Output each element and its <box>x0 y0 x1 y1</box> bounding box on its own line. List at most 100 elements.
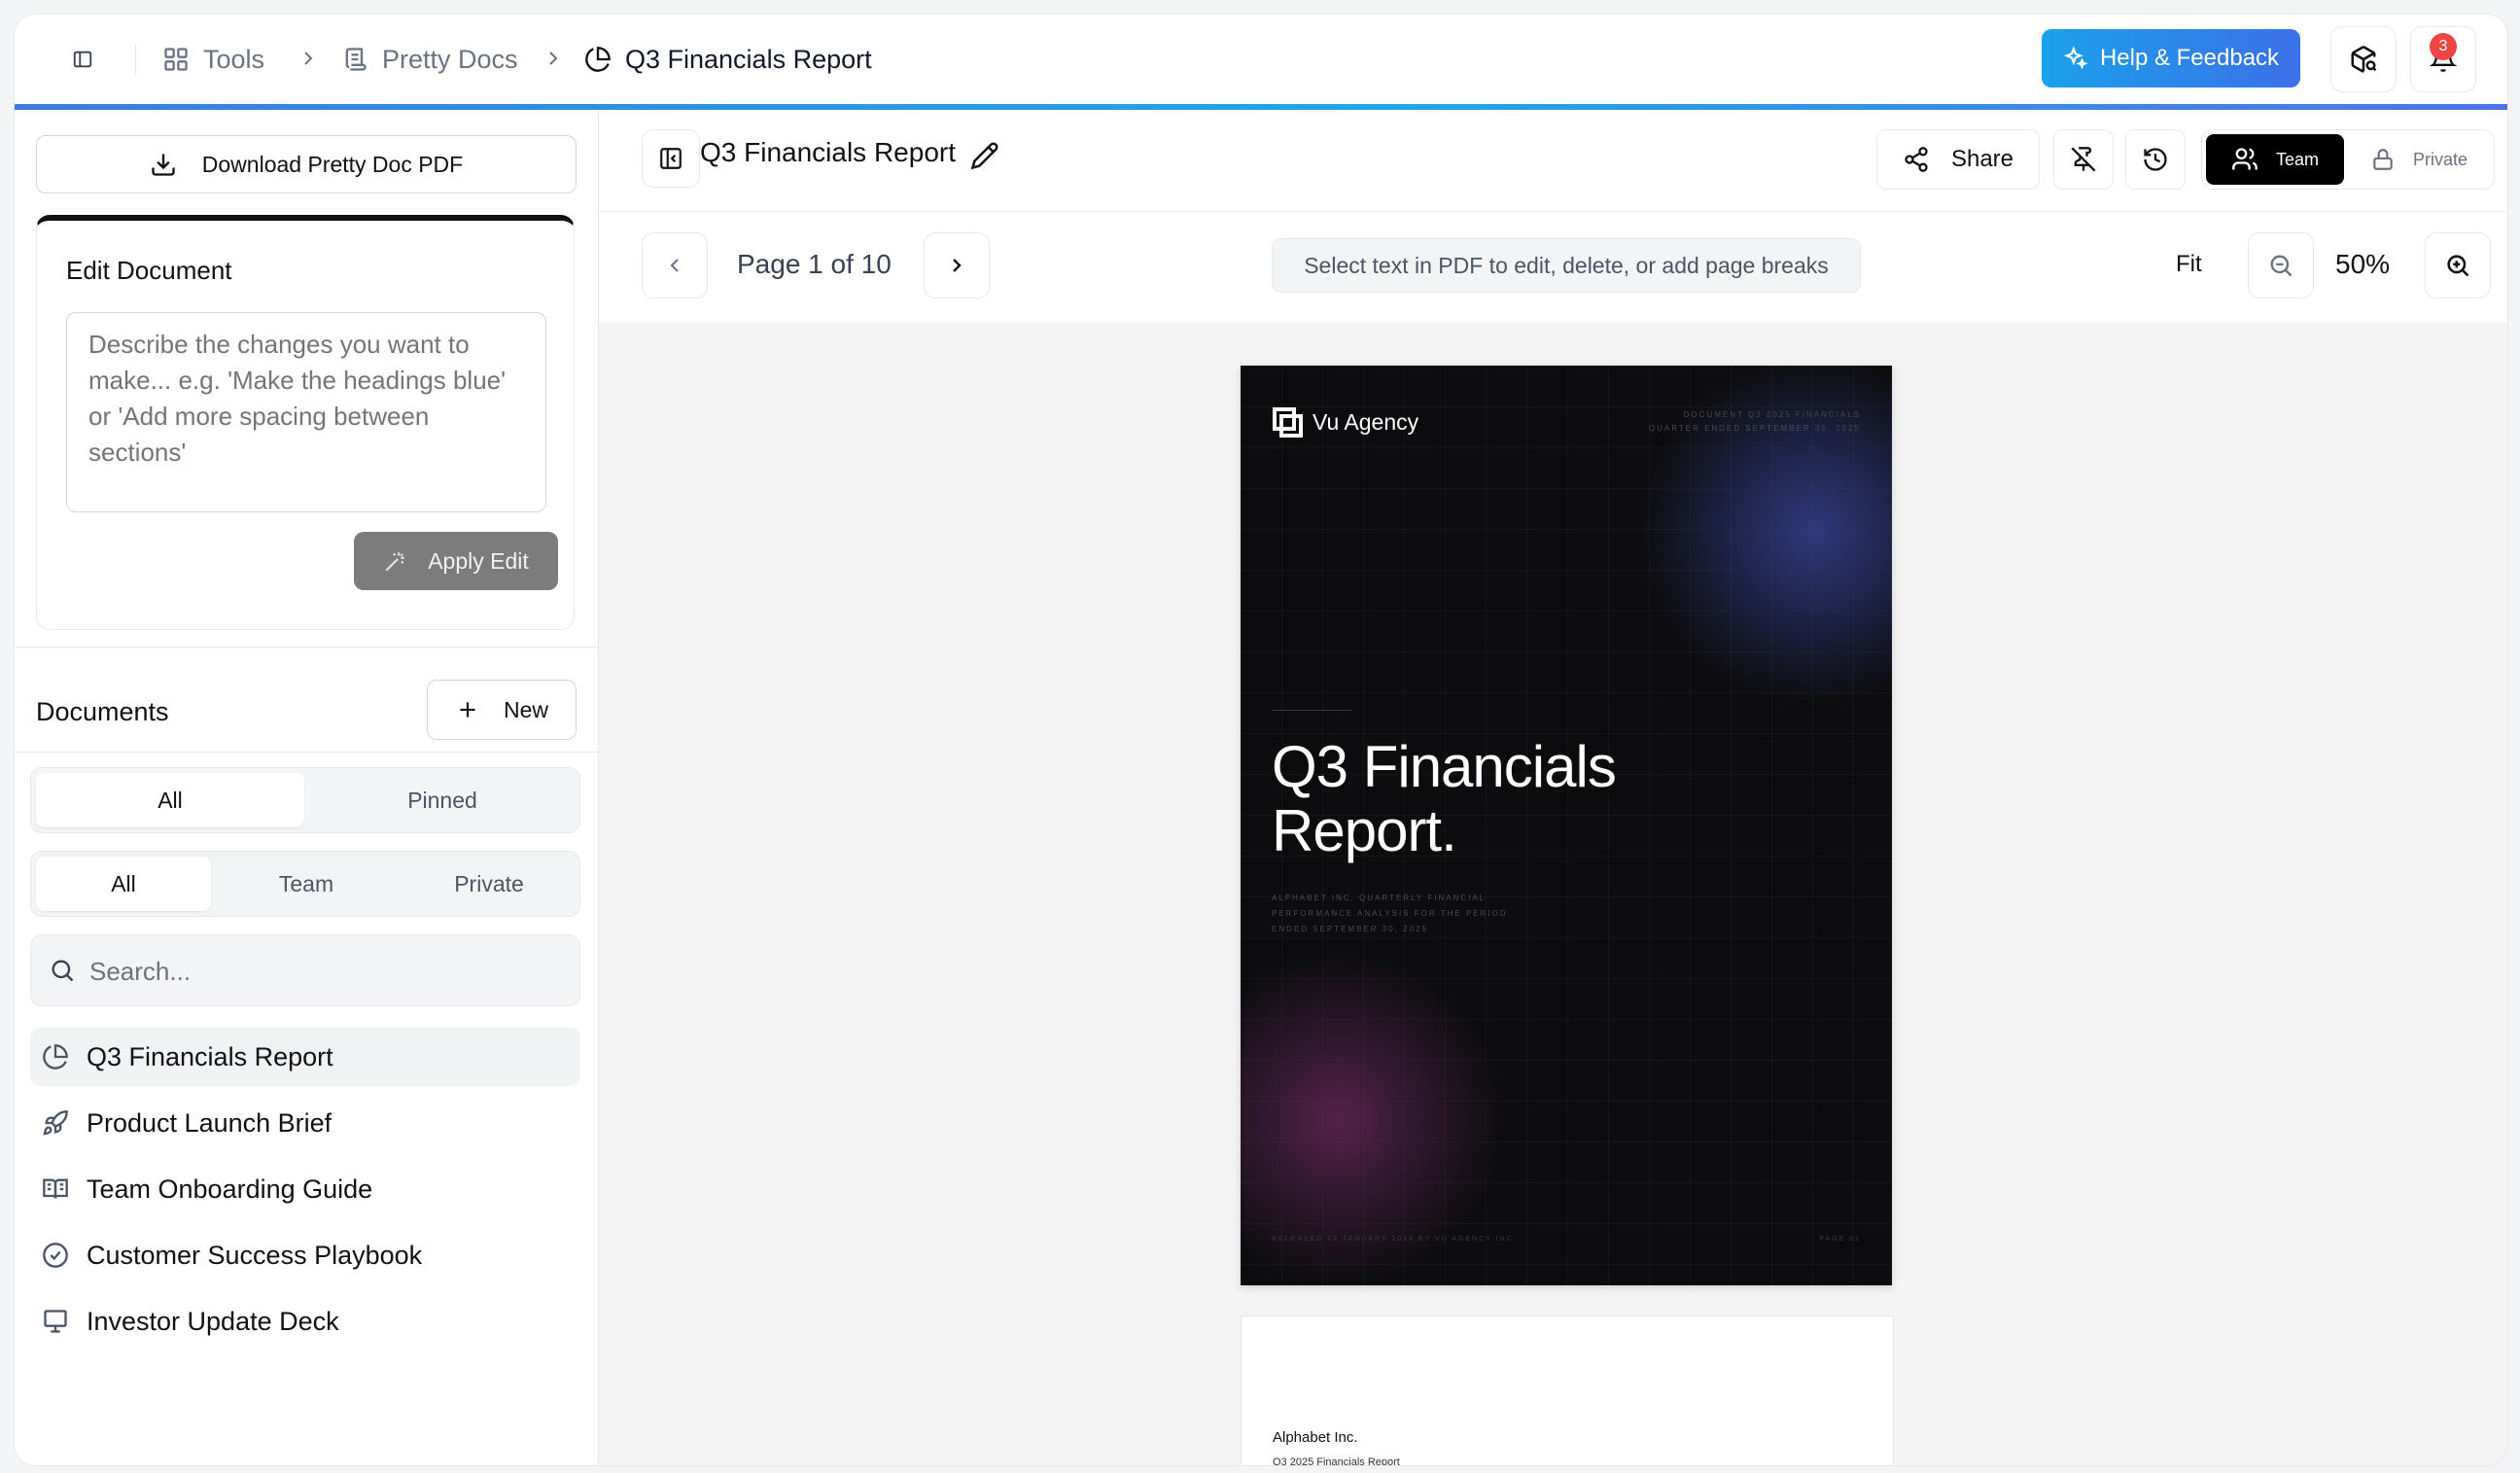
presentation-icon <box>42 1308 69 1335</box>
breadcrumb-current-document: Q3 Financials Report <box>584 15 872 104</box>
pin-off-icon <box>2071 147 2096 172</box>
cover-footer-left: RELEASED 29 JANUARY 2026 BY VU AGENCY IN… <box>1272 1236 1518 1243</box>
cover-title-line: Q3 Financials <box>1272 734 1617 799</box>
share-button[interactable]: Share <box>1876 129 2040 190</box>
search-icon <box>49 957 76 984</box>
pinned-filter-tabs: All Pinned <box>30 767 580 833</box>
extensions-button[interactable] <box>2330 26 2397 92</box>
filter-tab-pinned[interactable]: Pinned <box>308 773 577 827</box>
document-search <box>30 934 580 1006</box>
document-item-label: Customer Success Playbook <box>87 1240 423 1270</box>
scope-filter-tabs: All Team Private <box>30 851 580 917</box>
new-document-label: New <box>503 696 548 722</box>
edit-document-title: Edit Document <box>66 256 232 285</box>
sidebar-toggle-button[interactable] <box>63 40 102 79</box>
next-page-button[interactable] <box>924 232 990 298</box>
left-sidebar: Download Pretty Doc PDF Edit Document Ap… <box>15 110 599 1465</box>
document-editor: Q3 Financials Report Share Team Private … <box>599 110 2507 1465</box>
cover-footer-right: PAGE 01 <box>1819 1236 1861 1243</box>
document-item-team-onboarding[interactable]: Team Onboarding Guide <box>30 1160 580 1218</box>
edit-hint: Select text in PDF to edit, delete, or a… <box>1272 238 1861 293</box>
divider <box>15 752 598 753</box>
pdf-toolbar: Page 1 of 10 Select text in PDF to edit,… <box>599 211 2507 323</box>
apply-edit-button[interactable]: Apply Edit <box>354 532 558 590</box>
zoom-out-button[interactable] <box>2248 232 2314 298</box>
pdf-page-cover[interactable]: Vu Agency DOCUMENT Q3 2025 FINANCIALS QU… <box>1241 366 1892 1285</box>
document-item-investor-update[interactable]: Investor Update Deck <box>30 1292 580 1350</box>
divider <box>135 44 136 75</box>
visibility-toggle: Team Private <box>2201 129 2495 190</box>
breadcrumb-tools[interactable]: Tools <box>162 15 264 104</box>
visibility-private-option[interactable]: Private <box>2348 134 2490 185</box>
divider <box>1272 710 1351 711</box>
help-feedback-label: Help & Feedback <box>2099 45 2280 71</box>
panel-left-close-icon <box>660 148 682 169</box>
pdf-viewer[interactable]: Vu Agency DOCUMENT Q3 2025 FINANCIALS QU… <box>599 322 2507 1465</box>
book-open-icon <box>42 1175 69 1203</box>
zoom-in-button[interactable] <box>2425 232 2491 298</box>
breadcrumb-label: Tools <box>203 44 265 74</box>
version-history-button[interactable] <box>2125 129 2186 190</box>
unpin-button[interactable] <box>2053 129 2114 190</box>
document-item-product-launch[interactable]: Product Launch Brief <box>30 1094 580 1152</box>
document-item-q3-financials[interactable]: Q3 Financials Report <box>30 1028 580 1086</box>
zoom-level: 50% <box>2335 249 2391 279</box>
document-item-label: Investor Update Deck <box>87 1306 339 1336</box>
edit-document-card: Edit Document Apply Edit <box>36 215 575 630</box>
visibility-private-label: Private <box>2412 149 2468 169</box>
sidebar-panel-icon <box>73 51 92 68</box>
check-circle-icon <box>42 1242 69 1269</box>
document-item-label: Product Launch Brief <box>87 1107 332 1138</box>
download-pdf-label: Download Pretty Doc PDF <box>201 151 464 177</box>
scroll-icon <box>341 46 368 73</box>
cover-meta-line: DOCUMENT Q3 2025 FINANCIALS <box>1683 410 1861 419</box>
scope-tab-all[interactable]: All <box>36 857 211 911</box>
search-input[interactable] <box>88 949 558 994</box>
page-company-name: Alphabet Inc. <box>1273 1429 1358 1446</box>
rocket-icon <box>42 1109 69 1137</box>
download-pdf-button[interactable]: Download Pretty Doc PDF <box>36 135 577 193</box>
fit-button[interactable]: Fit <box>2176 232 2202 297</box>
visibility-team-label: Team <box>2275 149 2319 169</box>
document-item-customer-success[interactable]: Customer Success Playbook <box>30 1226 580 1284</box>
brand-mark-icon <box>1272 406 1303 438</box>
app-window: Tools Pretty Docs Q3 Financials Report H… <box>14 14 2508 1466</box>
visibility-team-option[interactable]: Team <box>2206 134 2344 185</box>
collapse-panel-button[interactable] <box>642 129 700 188</box>
download-icon <box>150 151 177 178</box>
document-title: Q3 Financials Report <box>700 137 957 167</box>
document-header: Q3 Financials Report Share Team Private <box>599 110 2507 212</box>
zoom-in-icon <box>2447 255 2469 277</box>
breadcrumb-pretty-docs[interactable]: Pretty Docs <box>341 15 518 104</box>
document-item-label: Team Onboarding Guide <box>87 1174 373 1204</box>
breadcrumb-label: Q3 Financials Report <box>625 44 872 74</box>
sparkles-icon <box>2063 46 2088 71</box>
cover-title: Q3 Financials Report. <box>1272 734 1617 863</box>
documents-heading: Documents <box>36 697 169 726</box>
top-bar: Tools Pretty Docs Q3 Financials Report H… <box>15 15 2507 110</box>
zoom-out-icon <box>2270 255 2292 277</box>
cover-meta: DOCUMENT Q3 2025 FINANCIALS QUARTER ENDE… <box>1649 408 1861 436</box>
divider <box>15 647 598 648</box>
package-search-icon <box>2351 46 2377 73</box>
chevron-left-icon <box>670 259 679 272</box>
help-feedback-button[interactable]: Help & Feedback <box>2042 29 2300 88</box>
edit-instructions-textarea[interactable] <box>66 312 546 512</box>
page-subtitle: Q3 2025 Financials Report <box>1273 1456 1400 1465</box>
filter-tab-all[interactable]: All <box>36 773 304 827</box>
notification-count-badge: 3 <box>2430 33 2457 60</box>
users-icon <box>2231 146 2258 173</box>
chevron-right-icon <box>953 259 962 272</box>
breadcrumb-label: Pretty Docs <box>382 44 518 74</box>
pdf-page-2[interactable]: Alphabet Inc. Q3 2025 Financials Report <box>1241 1315 1894 1465</box>
previous-page-button[interactable] <box>642 232 708 298</box>
scope-tab-team[interactable]: Team <box>219 857 394 911</box>
scope-tab-private[interactable]: Private <box>402 857 577 911</box>
new-document-button[interactable]: New <box>427 680 577 740</box>
pie-chart-icon <box>42 1043 69 1070</box>
cover-title-line: Report. <box>1272 798 1457 863</box>
rename-pencil-icon[interactable] <box>970 141 999 170</box>
grid-icon <box>162 46 190 73</box>
chevron-right-icon <box>542 47 565 70</box>
magic-wand-icon <box>383 548 408 574</box>
